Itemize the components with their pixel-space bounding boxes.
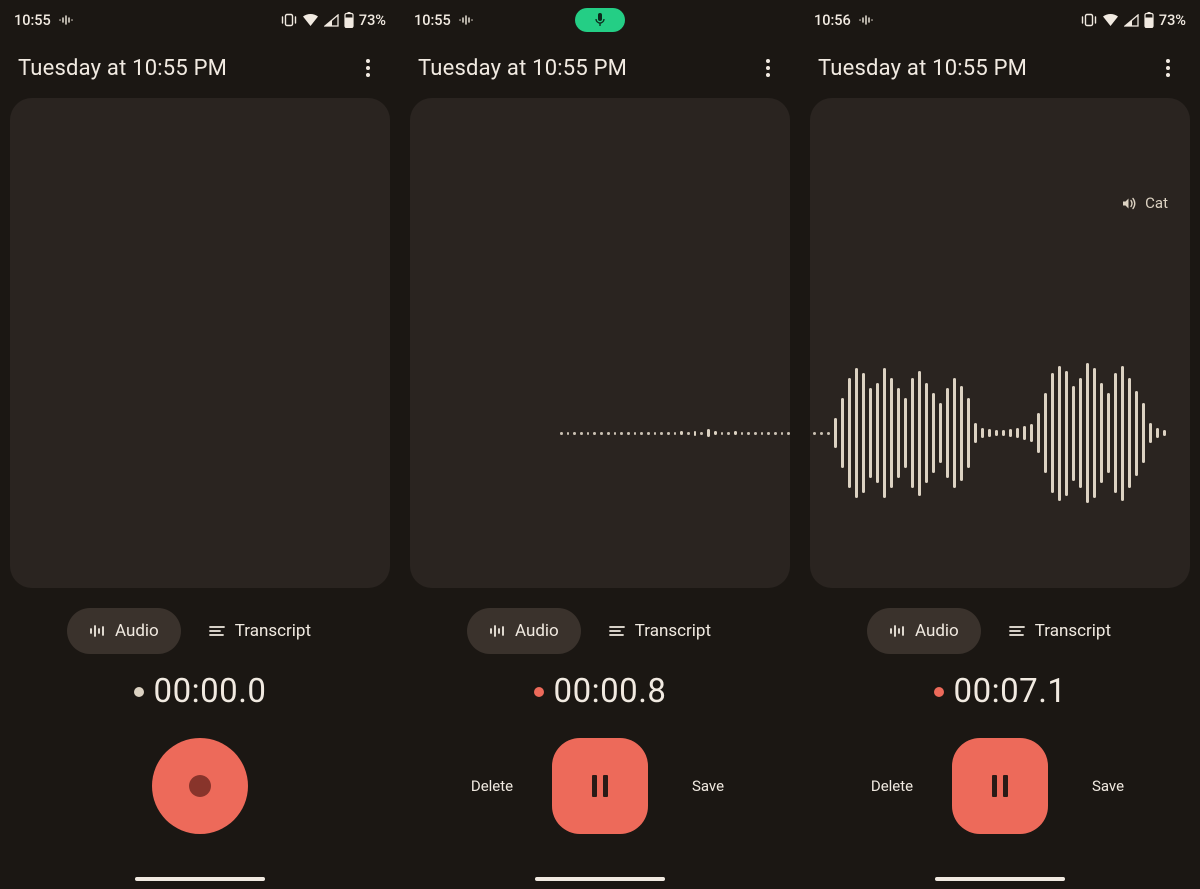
mic-indicator — [575, 8, 625, 32]
sound-label: Cat — [1122, 194, 1168, 212]
more-button[interactable] — [754, 54, 782, 82]
battery-icon — [1144, 12, 1154, 28]
vibrate-icon — [281, 13, 297, 27]
waveform-card — [10, 98, 390, 588]
header: Tuesday at 10:55 PM — [800, 40, 1200, 98]
timer-text: 00:00.8 — [554, 672, 667, 711]
audio-icon — [489, 624, 505, 638]
pause-button[interactable] — [952, 738, 1048, 834]
transcript-icon — [1009, 625, 1025, 637]
pause-icon — [592, 775, 608, 797]
activity-icon — [459, 15, 473, 25]
tab-audio[interactable]: Audio — [867, 608, 981, 654]
recording-title[interactable]: Tuesday at 10:55 PM — [418, 56, 627, 81]
timer: 00:00.0 — [0, 672, 400, 711]
battery-icon — [344, 12, 354, 28]
waveform-card — [410, 98, 790, 588]
pause-button[interactable] — [552, 738, 648, 834]
signal-icon — [324, 14, 339, 27]
status-battery: 73% — [359, 12, 386, 29]
transcript-icon — [209, 625, 225, 637]
timer-text: 00:07.1 — [954, 672, 1067, 711]
tab-audio-label: Audio — [515, 621, 559, 641]
screen-2: 10:55 Tuesday at 10:55 PM Audio Transc — [400, 0, 800, 889]
nav-handle[interactable] — [135, 877, 265, 881]
timer: 00:07.1 — [800, 672, 1200, 711]
audio-icon — [889, 624, 905, 638]
nav-handle[interactable] — [935, 877, 1065, 881]
delete-button[interactable]: Delete — [832, 777, 952, 795]
waveform-card: Cat — [810, 98, 1190, 588]
status-bar: 10:55 73% — [0, 0, 400, 40]
status-time: 10:56 — [814, 12, 851, 29]
more-button[interactable] — [1154, 54, 1182, 82]
audio-icon — [89, 624, 105, 638]
screen-3: 10:56 73% Tuesday at 10:55 PM Cat — [800, 0, 1200, 889]
activity-icon — [859, 15, 873, 25]
status-bar: 10:55 — [400, 0, 800, 40]
timer-dot — [934, 687, 944, 697]
tab-row: Audio Transcript — [0, 608, 400, 654]
controls: Delete Save — [800, 731, 1200, 841]
more-button[interactable] — [354, 54, 382, 82]
save-button[interactable]: Save — [1048, 777, 1168, 795]
waveform — [410, 333, 790, 533]
record-icon — [189, 775, 211, 797]
tab-transcript[interactable]: Transcript — [587, 608, 733, 654]
recording-title[interactable]: Tuesday at 10:55 PM — [18, 56, 227, 81]
tab-audio-label: Audio — [115, 621, 159, 641]
header: Tuesday at 10:55 PM — [400, 40, 800, 98]
timer-dot — [134, 687, 144, 697]
screen-1: 10:55 73% Tuesday at 10:55 PM Audio Tran… — [0, 0, 400, 889]
tab-row: Audio Transcript — [400, 608, 800, 654]
wifi-icon — [302, 14, 319, 27]
tab-transcript[interactable]: Transcript — [987, 608, 1133, 654]
status-battery: 73% — [1159, 12, 1186, 29]
transcript-icon — [609, 625, 625, 637]
timer: 00:00.8 — [400, 672, 800, 711]
record-button[interactable] — [152, 738, 248, 834]
status-time: 10:55 — [14, 12, 51, 29]
tab-transcript[interactable]: Transcript — [187, 608, 333, 654]
tab-audio-label: Audio — [915, 621, 959, 641]
tab-transcript-label: Transcript — [235, 621, 311, 641]
status-time: 10:55 — [414, 12, 451, 29]
waveform — [810, 333, 1190, 533]
tab-row: Audio Transcript — [800, 608, 1200, 654]
controls: Delete Save — [400, 731, 800, 841]
tab-transcript-label: Transcript — [1035, 621, 1111, 641]
tab-transcript-label: Transcript — [635, 621, 711, 641]
vibrate-icon — [1081, 13, 1097, 27]
sound-label-text: Cat — [1145, 194, 1168, 212]
tab-audio[interactable]: Audio — [467, 608, 581, 654]
wifi-icon — [1102, 14, 1119, 27]
save-button[interactable]: Save — [648, 777, 768, 795]
delete-button[interactable]: Delete — [432, 777, 552, 795]
controls — [0, 731, 400, 841]
status-bar: 10:56 73% — [800, 0, 1200, 40]
timer-dot — [534, 687, 544, 697]
tab-audio[interactable]: Audio — [67, 608, 181, 654]
header: Tuesday at 10:55 PM — [0, 40, 400, 98]
signal-icon — [1124, 14, 1139, 27]
recording-title[interactable]: Tuesday at 10:55 PM — [818, 56, 1027, 81]
activity-icon — [59, 15, 73, 25]
nav-handle[interactable] — [535, 877, 665, 881]
pause-icon — [992, 775, 1008, 797]
speaker-icon — [1122, 197, 1137, 210]
timer-text: 00:00.0 — [154, 672, 267, 711]
